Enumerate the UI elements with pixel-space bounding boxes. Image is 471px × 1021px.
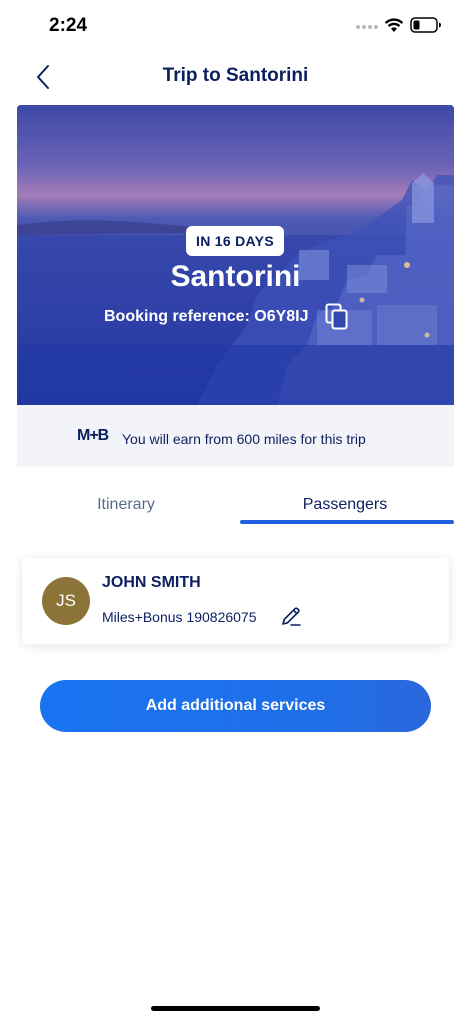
booking-reference: Booking reference: O6Y8IJ — [104, 308, 309, 325]
passenger-name: JOHN SMITH — [102, 574, 201, 591]
cellular-signal-icon — [356, 25, 378, 29]
page-title: Trip to Santorini — [162, 65, 309, 86]
active-tab-indicator — [240, 520, 454, 524]
miles-bonus-logo: M+B — [77, 427, 109, 444]
days-until-badge: IN 16 DAYS — [186, 226, 284, 256]
tab-itinerary[interactable]: Itinerary — [17, 490, 235, 524]
booking-reference-row: Booking reference: O6Y8IJ — [104, 303, 349, 331]
status-bar: 2:24 — [0, 0, 471, 52]
tab-passengers[interactable]: Passengers — [236, 490, 454, 524]
miles-earn-text: You will earn from 600 miles for this tr… — [122, 431, 366, 447]
battery-icon — [410, 17, 441, 33]
miles-earn-banner: M+B You will earn from 600 miles for thi… — [17, 405, 454, 467]
pencil-icon[interactable] — [280, 605, 302, 627]
nav-bar: Trip to Santorini — [0, 52, 471, 102]
home-indicator[interactable] — [151, 1006, 320, 1011]
add-additional-services-button[interactable]: Add additional services — [40, 680, 431, 732]
loyalty-number: Miles+Bonus 190826075 — [102, 609, 257, 625]
status-time: 2:24 — [49, 15, 88, 36]
wifi-icon — [384, 18, 404, 32]
trip-tabs: Itinerary Passengers — [17, 490, 454, 530]
copy-icon[interactable] — [325, 303, 349, 331]
destination-city: Santorini — [170, 260, 301, 293]
avatar: JS — [42, 577, 90, 625]
trip-hero-card: IN 16 DAYS Santorini Booking reference: … — [17, 105, 454, 405]
passenger-card[interactable]: JS JOHN SMITH Miles+Bonus 190826075 — [22, 558, 449, 644]
